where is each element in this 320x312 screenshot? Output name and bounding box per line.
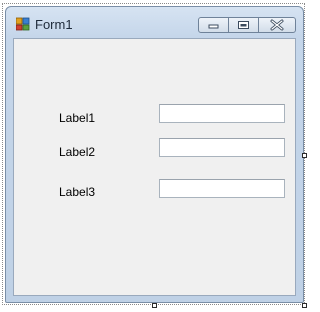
textbox1[interactable]	[159, 104, 285, 123]
window-title: Form1	[35, 17, 73, 32]
close-icon	[270, 19, 284, 31]
title-bar[interactable]: Form1	[6, 7, 303, 37]
maximize-button[interactable]	[228, 17, 259, 33]
textbox2[interactable]	[159, 138, 285, 157]
resize-handle-right[interactable]	[302, 153, 307, 158]
winforms-form-icon	[16, 17, 30, 31]
maximize-icon	[238, 21, 249, 29]
minimize-button[interactable]	[198, 17, 229, 33]
label1: Label1	[59, 111, 96, 125]
form-designer-surface: Form1 Label1 Label2 Label3	[0, 0, 311, 312]
label2: Label2	[59, 145, 96, 159]
form-window[interactable]: Form1 Label1 Label2 Label3	[5, 6, 304, 303]
resize-handle-bottom[interactable]	[152, 303, 157, 308]
label3: Label3	[59, 185, 96, 199]
minimize-icon	[208, 24, 219, 29]
form-client-area: Label1 Label2 Label3	[13, 38, 296, 296]
close-button[interactable]	[258, 17, 296, 33]
textbox3[interactable]	[159, 179, 285, 198]
resize-handle-bottom-right[interactable]	[302, 303, 307, 308]
